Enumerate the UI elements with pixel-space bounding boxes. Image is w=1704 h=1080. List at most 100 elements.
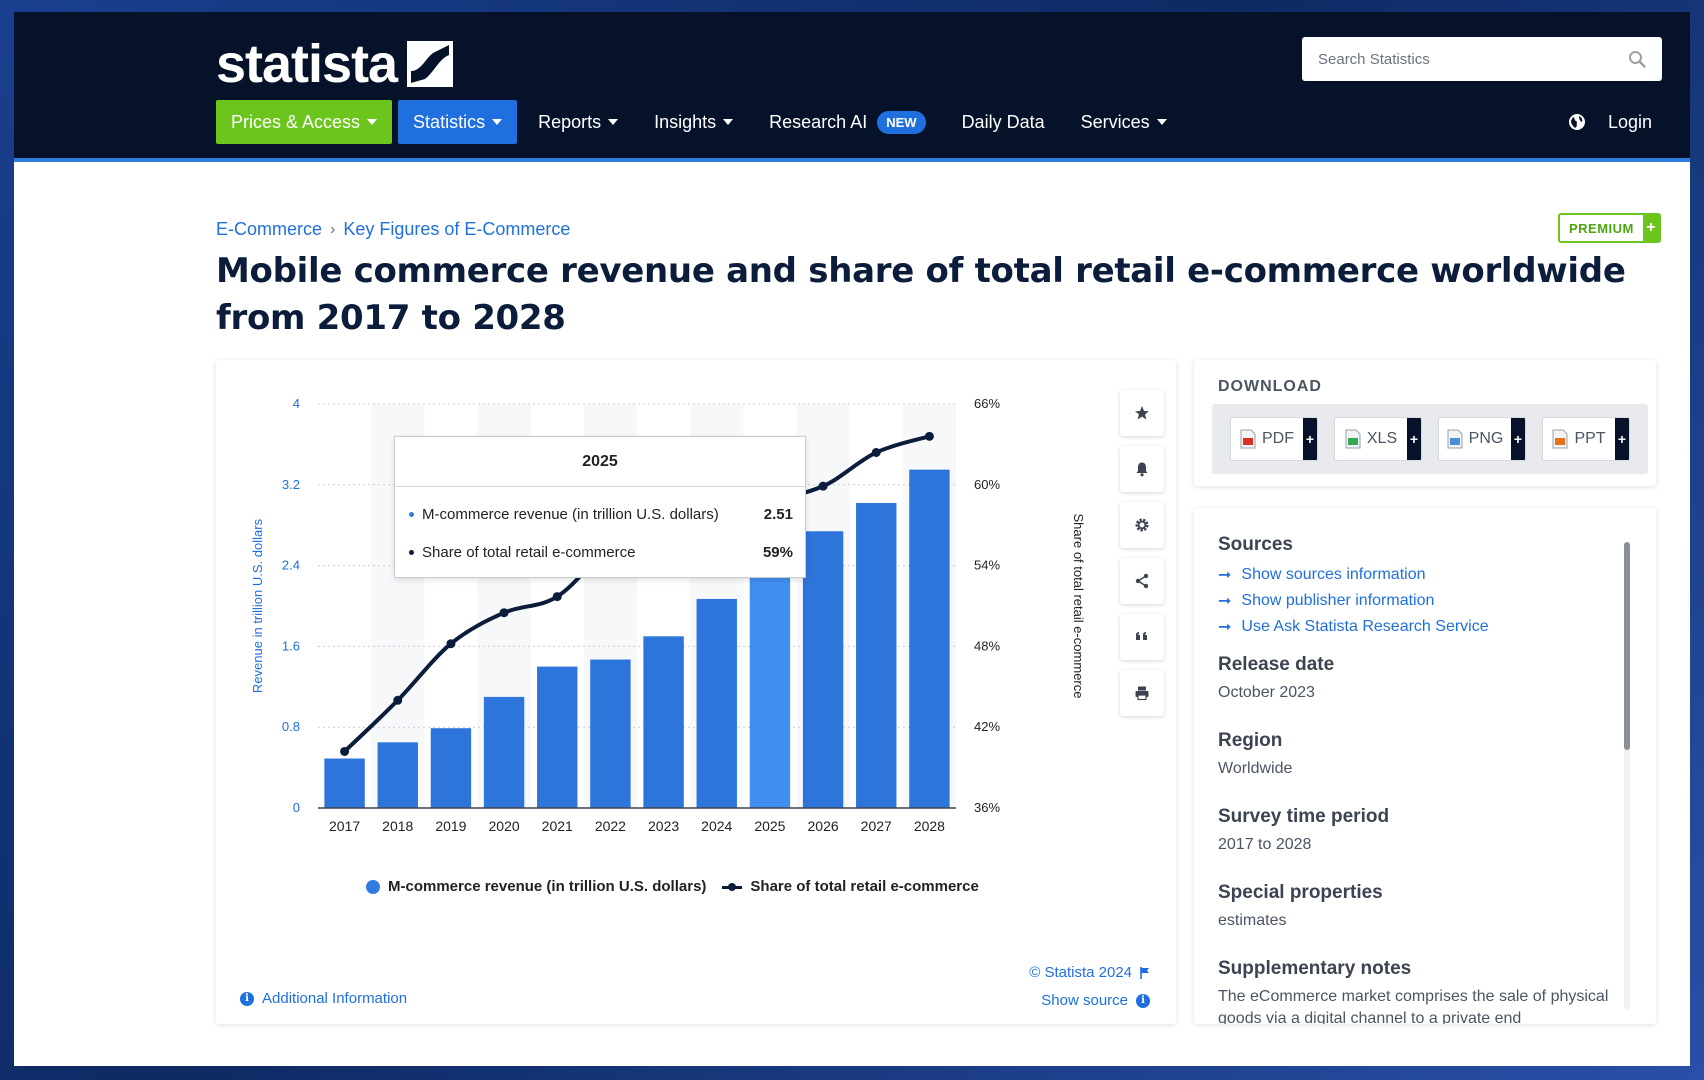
scrollbar-thumb[interactable]: [1624, 542, 1630, 750]
download-plus: +: [1511, 418, 1525, 460]
nav-services[interactable]: Services: [1066, 100, 1182, 144]
line-point: [446, 639, 456, 649]
y2-tick-label: 54%: [974, 558, 1000, 573]
page-frame: statista Prices & Access Statistics Repo…: [14, 12, 1690, 1066]
bar: [324, 758, 365, 808]
new-badge: NEW: [877, 110, 926, 134]
nav-label: Statistics: [413, 111, 486, 132]
bar: [643, 636, 684, 808]
bar: [590, 659, 631, 808]
supplementary-notes-value: The eCommerce market comprises the sale …: [1218, 988, 1609, 1024]
download-xls-button[interactable]: XLS +: [1334, 417, 1422, 461]
line-point: [393, 695, 403, 705]
premium-label: PREMIUM: [1560, 215, 1643, 241]
breadcrumb-ecommerce[interactable]: E-Commerce: [216, 219, 322, 240]
legend-label: Share of total retail e-commerce: [750, 878, 979, 895]
statista-copyright[interactable]: © Statista 2024: [1029, 964, 1150, 981]
bar: [749, 554, 791, 808]
search-box[interactable]: [1302, 37, 1662, 81]
line-point: [340, 746, 350, 756]
show-source-link[interactable]: Show source i: [1041, 992, 1150, 1009]
print-button[interactable]: [1120, 670, 1164, 716]
download-card: DOWNLOAD PDF + XLS + PNG + PPT +: [1194, 360, 1656, 486]
nav-label: Services: [1080, 111, 1150, 132]
x-tick-label: 2019: [435, 818, 466, 834]
bar: [856, 502, 897, 808]
chart-toolbar: [1120, 390, 1164, 716]
additional-information-link[interactable]: i Additional Information: [240, 990, 407, 1007]
caret-down-icon: [608, 119, 619, 125]
x-tick-label: 2022: [595, 818, 626, 834]
nav-insights[interactable]: Insights: [639, 100, 748, 144]
tooltip-label: M-commerce revenue (in trillion U.S. dol…: [422, 505, 719, 523]
y-tick-label: 4: [293, 396, 300, 411]
legend-line-key: [722, 881, 743, 893]
nav-daily-data[interactable]: Daily Data: [947, 100, 1060, 144]
bell-icon: [1136, 462, 1148, 477]
region-heading: Region: [1218, 730, 1283, 751]
y-tick-label: 1.6: [282, 638, 300, 653]
settings-button[interactable]: [1120, 502, 1164, 548]
tooltip-value: 59%: [762, 543, 793, 561]
premium-badge[interactable]: PREMIUM +: [1558, 213, 1661, 243]
y-tick-label: 3.2: [282, 477, 300, 492]
download-ppt-button[interactable]: PPT +: [1542, 417, 1630, 461]
legend-item-revenue[interactable]: M-commerce revenue (in trillion U.S. dol…: [366, 878, 706, 895]
bar: [377, 742, 418, 808]
bar: [430, 728, 472, 808]
release-date-value: October 2023: [1218, 684, 1315, 701]
y2-tick-label: 42%: [974, 719, 1000, 734]
nav-right: Login: [1568, 100, 1652, 144]
info-icon: i: [1136, 993, 1150, 1008]
search-icon[interactable]: [1628, 50, 1646, 68]
star-icon: [1135, 406, 1149, 420]
x-tick-label: 2018: [382, 818, 413, 834]
page-title: Mobile commerce revenue and share of tot…: [216, 251, 1626, 338]
chart-card: 0 0.8 1.6 2.4 3.2 4 36% 42% 48% 54% 60% 66% Revenue …: [216, 360, 1176, 1024]
login-link[interactable]: Login: [1608, 112, 1652, 133]
search-input[interactable]: [1318, 50, 1628, 68]
supplementary-notes-heading: Supplementary notes: [1218, 958, 1412, 979]
nav-statistics[interactable]: Statistics: [398, 100, 518, 144]
share-button[interactable]: [1120, 558, 1164, 604]
nav-prices-access[interactable]: Prices & Access: [216, 100, 393, 144]
site-header: statista Prices & Access Statistics Repo…: [14, 12, 1690, 162]
cite-button[interactable]: [1120, 614, 1164, 660]
x-tick-label: 2028: [914, 818, 945, 834]
download-title: DOWNLOAD: [1218, 378, 1322, 395]
chart-tooltip: 2025 M-commerce revenue (in trillion U.S…: [394, 436, 806, 578]
x-tick-label: 2023: [648, 818, 679, 834]
breadcrumb-key-figures[interactable]: Key Figures of E-Commerce: [343, 219, 570, 240]
nav-research-ai[interactable]: Research AI NEW: [754, 100, 940, 144]
y2-tick-label: 66%: [974, 396, 1000, 411]
nav-reports[interactable]: Reports: [523, 100, 633, 144]
x-tick-label: 2024: [701, 818, 732, 834]
show-publisher-link[interactable]: ➞ Show publisher information: [1218, 588, 1618, 614]
download-label: PDF: [1262, 430, 1294, 447]
ask-statista-link[interactable]: ➞ Use Ask Statista Research Service: [1218, 614, 1618, 640]
download-pdf-button[interactable]: PDF +: [1230, 417, 1318, 461]
y-axis-label: Revenue in trillion U.S. dollars: [250, 518, 265, 693]
show-sources-link[interactable]: ➞ Show sources information: [1218, 562, 1618, 588]
bar: [696, 598, 737, 808]
notification-button[interactable]: [1120, 446, 1164, 492]
globe-icon[interactable]: [1568, 113, 1586, 131]
download-png-button[interactable]: PNG +: [1438, 417, 1526, 461]
arrow-right-icon: ➞: [1218, 593, 1232, 610]
favorite-button[interactable]: [1120, 390, 1164, 436]
arrow-right-icon: ➞: [1218, 567, 1232, 584]
link-label: Show publisher information: [1241, 592, 1435, 609]
statista-logo[interactable]: statista: [216, 34, 454, 94]
download-label: PPT: [1574, 430, 1606, 447]
bar: [909, 469, 950, 808]
tooltip-title: 2025: [395, 437, 805, 487]
line-point: [871, 447, 881, 457]
bar: [537, 666, 578, 808]
legend-item-share[interactable]: Share of total retail e-commerce: [722, 878, 979, 895]
download-plus: +: [1303, 418, 1317, 460]
legend-label: M-commerce revenue (in trillion U.S. dol…: [388, 878, 707, 895]
arrow-right-icon: ➞: [1218, 619, 1232, 636]
legend-bar-key: [366, 879, 380, 894]
nav-label: Prices & Access: [231, 111, 361, 132]
download-bar: PDF + XLS + PNG + PPT +: [1212, 404, 1648, 474]
